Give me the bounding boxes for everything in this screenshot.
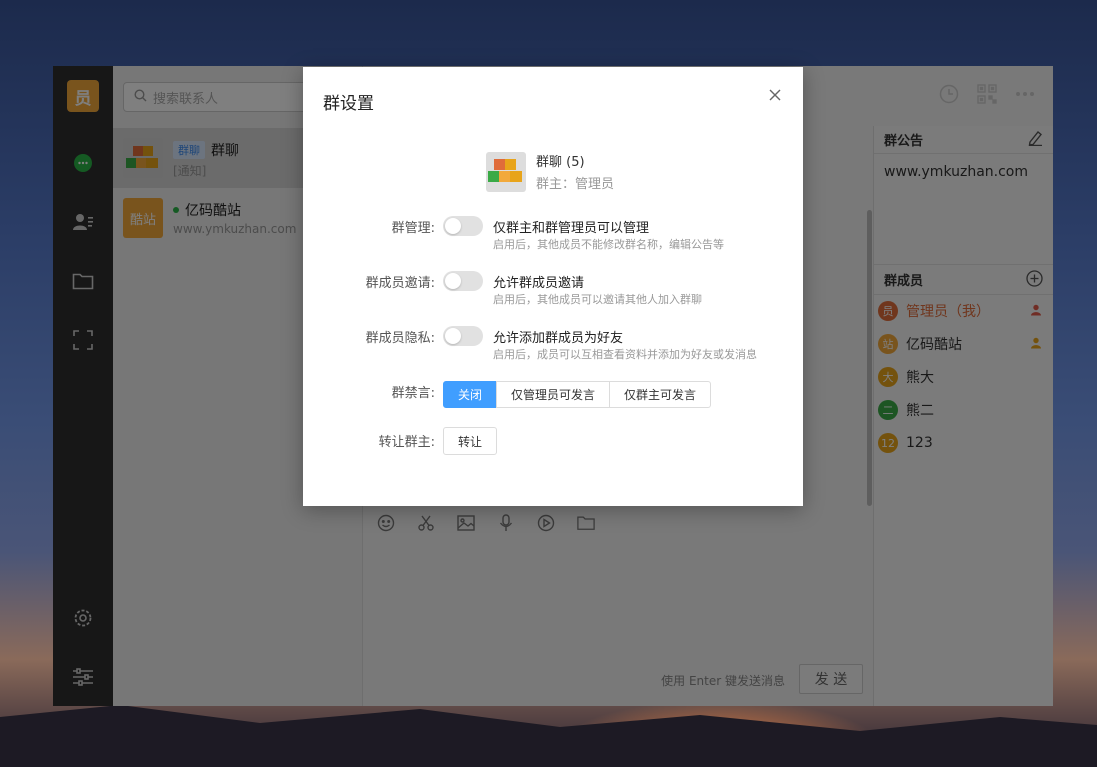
row-title-privacy: 允许添加群成员为好友 (493, 331, 624, 346)
toggle-knob (445, 273, 461, 289)
toggle-privacy[interactable] (443, 326, 483, 346)
mute-segmented-control: 关闭 仅管理员可发言 仅群主可发言 (443, 381, 712, 408)
row-label-management: 群管理: (391, 221, 435, 236)
group-avatar (486, 151, 526, 192)
toggle-management[interactable] (443, 216, 483, 236)
group-card: 群聊 (5) 群主：管理员 (486, 151, 614, 192)
mute-option-admins[interactable]: 仅管理员可发言 (496, 381, 611, 408)
row-label-mute: 群禁言: (391, 386, 435, 401)
transfer-owner-button[interactable]: 转让 (443, 427, 498, 455)
toggle-knob (445, 218, 461, 234)
close-icon[interactable] (767, 87, 783, 103)
toggle-knob (445, 328, 461, 344)
group-owner: 群主：管理员 (536, 177, 615, 192)
row-title-invite: 允许群成员邀请 (493, 276, 585, 291)
mute-option-owner[interactable]: 仅群主可发言 (609, 381, 712, 408)
row-desc-invite: 启用后，其他成员可以邀请其他人加入群聊 (493, 293, 702, 306)
group-settings-dialog: 群设置 群聊 (5) 群主：管理员 群管理: 仅群主和群管理员可以管理 启用后，… (303, 67, 803, 506)
dialog-title: 群设置 (323, 94, 374, 114)
row-desc-management: 启用后，其他成员不能修改群名称，编辑公告等 (493, 238, 724, 251)
mute-option-off[interactable]: 关闭 (443, 381, 498, 408)
row-title-management: 仅群主和群管理员可以管理 (493, 221, 650, 236)
row-desc-privacy: 启用后，成员可以互相查看资料并添加为好友或发消息 (493, 348, 757, 361)
group-name: 群聊 (5) (536, 155, 585, 170)
row-label-invite: 群成员邀请: (365, 276, 435, 291)
toggle-invite[interactable] (443, 271, 483, 291)
row-label-privacy: 群成员隐私: (365, 331, 435, 346)
group-card-text: 群聊 (5) 群主：管理员 (536, 151, 614, 192)
row-label-transfer: 转让群主: (378, 435, 435, 450)
